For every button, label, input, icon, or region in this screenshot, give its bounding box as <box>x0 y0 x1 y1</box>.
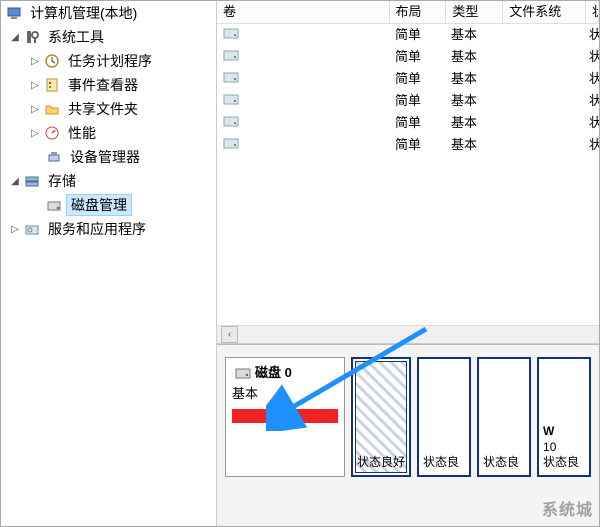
tree-devmgr-label: 设备管理器 <box>66 147 144 167</box>
disk-title: 磁盘 0 <box>255 365 292 382</box>
disk-row[interactable]: 磁盘 0 基本 状态良好状态良状态良W10状态良 <box>225 357 591 477</box>
volume-icon <box>223 93 239 105</box>
perf-icon <box>43 124 61 142</box>
volume-row[interactable]: 简单基本 状态良 <box>217 112 599 134</box>
partition[interactable]: W10状态良 <box>537 357 591 477</box>
expand-icon[interactable]: ▷ <box>29 127 41 140</box>
tree-task-sched[interactable]: ▷ 任务计划程序 <box>1 49 216 73</box>
tree-services[interactable]: ▷ 服务和应用程序 <box>1 217 216 241</box>
cell-status: 状态良 <box>583 93 599 110</box>
tree-sys-tools-label: 系统工具 <box>44 27 108 47</box>
partition[interactable]: 状态良好 <box>351 357 411 477</box>
partition[interactable]: 状态良 <box>417 357 471 477</box>
expand-icon[interactable]: ▷ <box>29 79 41 92</box>
partition[interactable]: 状态良 <box>477 357 531 477</box>
computer-icon <box>5 4 23 22</box>
volume-icon <box>223 137 239 149</box>
tree-root-label: 计算机管理(本地) <box>26 3 141 23</box>
volume-list-pane: 卷 布局 类型 文件系统 状态 简单基本状态良简单基本状态良简单基本状态良简单基… <box>217 1 599 344</box>
tree-task-sched-label: 任务计划程序 <box>64 51 156 71</box>
cell-layout: 简单 <box>389 49 445 66</box>
partition-status: 状态良 <box>543 455 585 471</box>
tree-services-label: 服务和应用程序 <box>44 219 150 239</box>
tree-storage-label: 存储 <box>44 171 80 191</box>
tree-perf[interactable]: ▷ 性能 <box>1 121 216 145</box>
cell-type: 基本 <box>445 27 501 44</box>
cell-layout: 简单 <box>389 71 445 88</box>
expand-icon[interactable]: ▷ <box>29 55 41 68</box>
volume-icon <box>223 49 239 61</box>
tree-devmgr[interactable]: 设备管理器 <box>1 145 216 169</box>
cell-layout: 简单 <box>389 137 445 154</box>
tree-storage[interactable]: ◢ 存储 <box>1 169 216 193</box>
col-layout[interactable]: 布局 <box>390 1 447 23</box>
cell-layout: 简单 <box>389 115 445 132</box>
col-type[interactable]: 类型 <box>446 1 503 23</box>
services-icon <box>23 220 41 238</box>
cell-status: 状态良 <box>583 137 599 154</box>
disk-graphical-pane: 磁盘 0 基本 状态良好状态良状态良W10状态良 <box>217 344 599 526</box>
horizontal-scrollbar[interactable]: ‹ <box>217 325 599 343</box>
disk-icon <box>45 196 63 214</box>
col-status[interactable]: 状态 <box>586 1 599 23</box>
volume-icon <box>223 115 239 127</box>
disk-type: 基本 <box>232 386 338 403</box>
volume-row[interactable]: 简单基本 状态良 <box>217 134 599 156</box>
expand-icon[interactable]: ▷ <box>29 103 41 116</box>
disk-icon <box>234 364 252 382</box>
tree-event-viewer[interactable]: ▷ 事件查看器 <box>1 73 216 97</box>
device-icon <box>45 148 63 166</box>
watermark: 系统城 <box>542 501 593 522</box>
partition-status: 状态良 <box>483 455 525 471</box>
tree-diskmgmt-label: 磁盘管理 <box>66 194 132 216</box>
collapse-icon[interactable]: ◢ <box>9 175 21 188</box>
partition-status: 状态良 <box>423 455 465 471</box>
cell-layout: 简单 <box>389 93 445 110</box>
disk-header[interactable]: 磁盘 0 基本 <box>225 357 345 477</box>
event-icon <box>43 76 61 94</box>
expand-icon[interactable]: ▷ <box>9 223 21 236</box>
volume-icon <box>223 27 239 39</box>
partition-label: W <box>543 424 585 440</box>
cell-status: 状态良 <box>583 71 599 88</box>
cell-layout: 简单 <box>389 27 445 44</box>
nav-tree: 计算机管理(本地) ◢ 系统工具 ▷ 任务计划程序 ▷ 事件查看器 ▷ <box>1 1 217 526</box>
tree-root[interactable]: 计算机管理(本地) <box>1 1 216 25</box>
volume-row[interactable]: 简单基本 状态良 <box>217 24 599 46</box>
tree-shared-label: 共享文件夹 <box>64 99 142 119</box>
cell-type: 基本 <box>445 71 501 88</box>
col-volume[interactable]: 卷 <box>217 1 390 23</box>
partition-label: 10 <box>543 440 585 456</box>
volume-icon <box>223 71 239 83</box>
cell-type: 基本 <box>445 49 501 66</box>
volume-list-header: 卷 布局 类型 文件系统 状态 <box>217 1 599 24</box>
cell-status: 状态良 <box>583 49 599 66</box>
tools-icon <box>23 28 41 46</box>
collapse-icon[interactable]: ◢ <box>9 31 21 44</box>
storage-icon <box>23 172 41 190</box>
tree-event-viewer-label: 事件查看器 <box>64 75 142 95</box>
col-fs[interactable]: 文件系统 <box>503 1 586 23</box>
disk-management-window: 计算机管理(本地) ◢ 系统工具 ▷ 任务计划程序 ▷ 事件查看器 ▷ <box>0 0 600 527</box>
cell-type: 基本 <box>445 93 501 110</box>
cell-type: 基本 <box>445 137 501 154</box>
partition-status: 状态良好 <box>357 455 405 471</box>
cell-status: 状态良 <box>583 115 599 132</box>
volume-row[interactable]: 简单基本 状态良 <box>217 68 599 90</box>
cell-status: 状态良 <box>583 27 599 44</box>
right-panes: 卷 布局 类型 文件系统 状态 简单基本状态良简单基本状态良简单基本状态良简单基… <box>217 1 599 526</box>
disk-size-redacted <box>232 409 338 423</box>
volume-rows: 简单基本状态良简单基本状态良简单基本状态良简单基本状态良简单基本状态良简单基本状… <box>217 24 599 325</box>
folder-icon <box>43 100 61 118</box>
tree-diskmgmt[interactable]: 磁盘管理 <box>1 193 216 217</box>
tree-perf-label: 性能 <box>64 123 100 143</box>
clock-icon <box>43 52 61 70</box>
partitions: 状态良好状态良状态良W10状态良 <box>351 357 591 477</box>
volume-row[interactable]: 简单基本 状态良 <box>217 90 599 112</box>
scroll-left-button[interactable]: ‹ <box>221 326 238 343</box>
tree-sys-tools[interactable]: ◢ 系统工具 <box>1 25 216 49</box>
tree-shared[interactable]: ▷ 共享文件夹 <box>1 97 216 121</box>
volume-row[interactable]: 简单基本 状态良 <box>217 46 599 68</box>
cell-type: 基本 <box>445 115 501 132</box>
